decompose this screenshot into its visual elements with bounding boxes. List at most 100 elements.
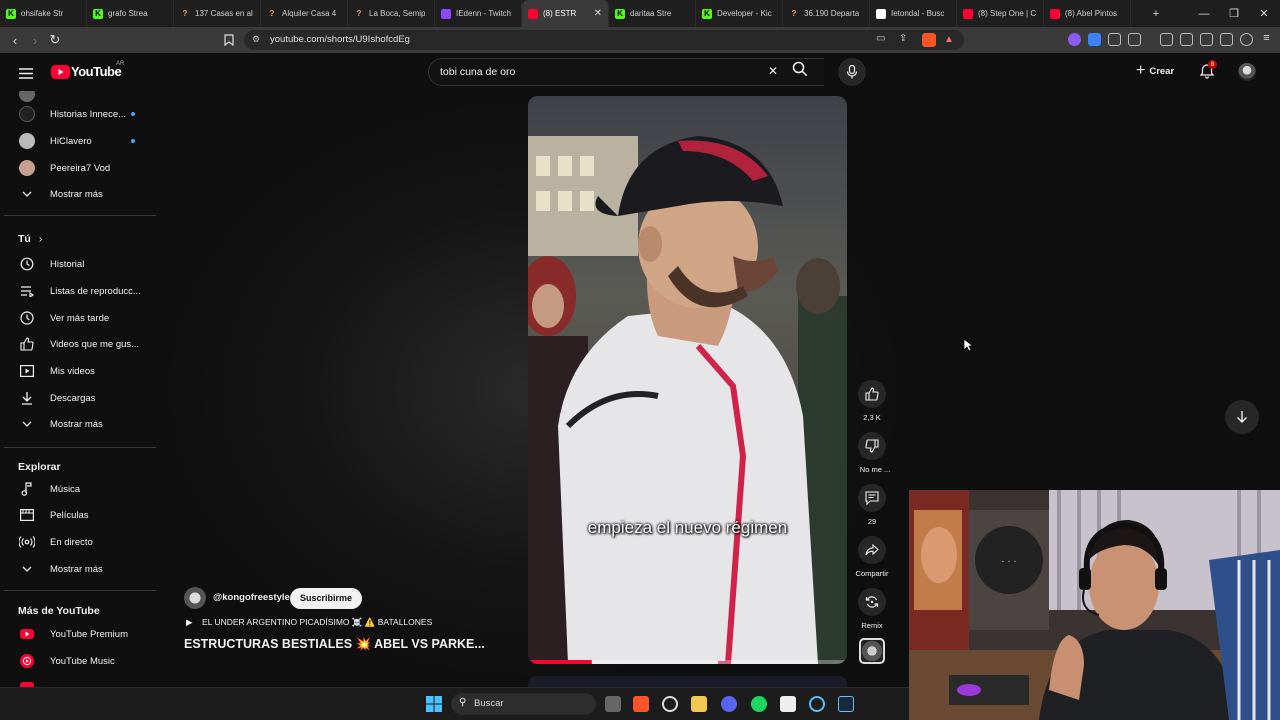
app-icon[interactable] [780, 696, 796, 712]
browser-tab[interactable]: ? 36.190 Departa [783, 0, 870, 27]
notification-badge: 8 [1208, 60, 1217, 69]
media-controls-icon[interactable] [1160, 33, 1173, 46]
you-section-title[interactable]: Tú › [18, 233, 42, 245]
show-more-explore[interactable]: Mostrar más [0, 556, 156, 582]
sidebar-item-history[interactable]: Historial [0, 251, 156, 277]
playlist-title[interactable]: EL UNDER ARGENTINO PICADÍSIMO ☠️ ⚠️ BATA… [202, 617, 432, 628]
sidebar-subscription-item[interactable]: Historias Innece... [0, 101, 156, 127]
vpn-icon[interactable] [1240, 33, 1253, 46]
remix-icon [865, 596, 879, 608]
browser-tab[interactable]: Ietondal - Busc [870, 0, 957, 27]
search-icon: ⚲ [459, 697, 467, 708]
close-window-icon[interactable]: ✕ [1248, 0, 1280, 27]
browser-tab[interactable]: ? 137 Casas en al [174, 0, 261, 27]
task-view-icon[interactable] [605, 696, 621, 712]
extension-icon[interactable] [1088, 33, 1101, 46]
sidebar-item-downloads[interactable]: Descargas [0, 385, 156, 411]
sidebar-toggle-icon[interactable] [1180, 33, 1193, 46]
remix-label: Remix [861, 621, 883, 630]
browser-tab[interactable]: K Developer - Kic [696, 0, 783, 27]
audio-source-thumbnail[interactable] [859, 638, 885, 664]
maximize-icon[interactable]: ❐ [1218, 0, 1250, 27]
sidebar-item-music[interactable]: Música [0, 476, 156, 502]
channel-avatar [19, 160, 35, 176]
sidebar-item-movies[interactable]: Películas [0, 502, 156, 528]
channel-name[interactable]: @kongofreestyle [213, 592, 290, 603]
subscription-label: Historias Innece... [50, 108, 127, 120]
voice-search-button[interactable] [838, 58, 866, 86]
discord-icon[interactable] [721, 696, 737, 712]
spotify-icon[interactable] [751, 696, 767, 712]
leo-ai-icon[interactable] [1220, 33, 1233, 46]
back-icon[interactable]: ‹ [6, 31, 24, 49]
address-bar[interactable]: ⚙ youtube.com/shorts/U9IshofcdEg ▭ ⇪ ▲ [244, 30, 964, 50]
sidebar-subscription-item[interactable]: Peereira7 Vod [0, 155, 156, 181]
show-more-subscriptions[interactable]: Mostrar más [0, 181, 156, 207]
search-input[interactable]: tobi cuna de oro ✕ [428, 58, 824, 86]
notifications-button[interactable]: 8 [1199, 60, 1217, 84]
share-page-icon[interactable]: ⇪ [899, 33, 907, 44]
sidebar-item-youtube-premium[interactable]: YouTube Premium [0, 621, 156, 647]
browser-tab[interactable]: (8) ESTR ✕ [522, 0, 609, 27]
site-info-icon[interactable]: ⚙ [252, 34, 260, 45]
extension-icon[interactable] [1068, 33, 1081, 46]
account-avatar[interactable] [1238, 63, 1256, 81]
subscribe-button[interactable]: Suscribirme [290, 588, 363, 609]
browser-tab[interactable]: ? Alquiler Casa 4 [261, 0, 348, 27]
remix-button[interactable] [858, 588, 886, 616]
channel-avatar[interactable] [184, 587, 206, 609]
wallet-icon[interactable] [1200, 33, 1213, 46]
steam-icon[interactable] [838, 696, 854, 712]
sidebar-item-youtube-music[interactable]: YouTube Music [0, 648, 156, 674]
create-button[interactable]: + Crear [1136, 63, 1174, 79]
sidebar-item-my-videos[interactable]: Mis videos [0, 358, 156, 384]
brave-browser-icon[interactable] [633, 696, 649, 712]
next-short-button[interactable] [1225, 400, 1259, 434]
sidebar-item-watch-later[interactable]: Ver más tarde [0, 305, 156, 331]
sidebar-subscription-item[interactable]: HiClavero [0, 128, 156, 154]
close-tab-icon[interactable]: ✕ [594, 8, 602, 19]
like-button[interactable] [858, 380, 886, 408]
browser-menu-icon[interactable]: ≡ [1260, 33, 1273, 46]
reload-icon[interactable]: ↻ [46, 31, 64, 49]
search-button[interactable] [792, 61, 808, 82]
brave-rewards-icon[interactable]: ▲ [944, 34, 954, 45]
share-button[interactable] [858, 536, 886, 564]
browser-tab[interactable]: Kgrafo Strea [87, 0, 174, 27]
cast-icon[interactable]: ▭ [876, 33, 885, 44]
browser-toolbar: ‹ › ↻ ⚙ youtube.com/shorts/U9IshofcdEg ▭… [0, 27, 1280, 53]
new-tab-button[interactable]: + [1140, 0, 1172, 27]
browser-tab[interactable]: IEdenn - Twitch [435, 0, 522, 27]
app-icon[interactable] [662, 696, 678, 712]
webcam-feed: · · · [909, 490, 1280, 720]
extensions-puzzle-icon[interactable] [1108, 33, 1121, 46]
taskbar-search-input[interactable]: ⚲ Buscar [451, 693, 596, 715]
live-icon [19, 534, 35, 550]
bookmark-icon[interactable] [220, 31, 238, 49]
brave-shield-icon[interactable] [922, 33, 936, 47]
browser-tab[interactable]: ? La Boca, Semip [348, 0, 435, 27]
browser-tab[interactable]: (8) Abel Pintos [1044, 0, 1131, 27]
browser-tab[interactable]: (8) Step One | C [957, 0, 1044, 27]
forward-icon[interactable]: › [26, 31, 44, 49]
menu-icon[interactable] [19, 66, 33, 79]
sidebar-item-liked-videos[interactable]: Videos que me gus... [0, 331, 156, 357]
browser-tab[interactable]: Kohsifake Str [0, 0, 87, 27]
sidebar-item-playlists[interactable]: Listas de reproducc... [0, 278, 156, 304]
short-video[interactable]: empieza el nuevo régimen [528, 96, 847, 664]
comments-button[interactable] [858, 484, 886, 512]
playlist-play-icon: ▶ [186, 617, 193, 627]
browser-tab-strip: Kohsifake Str Kgrafo Strea? 137 Casas en a… [0, 0, 1280, 27]
file-explorer-icon[interactable] [691, 696, 707, 712]
minimize-icon[interactable]: — [1188, 0, 1220, 27]
app-icon[interactable] [809, 696, 825, 712]
next-short-preview[interactable] [528, 676, 847, 687]
extension-icon[interactable] [1128, 33, 1141, 46]
clear-search-icon[interactable]: ✕ [768, 64, 778, 78]
windows-start-icon[interactable] [426, 696, 442, 712]
show-more-you[interactable]: Mostrar más [0, 411, 156, 437]
sidebar-item-youtube-kids[interactable] [0, 674, 156, 687]
sidebar-item-live[interactable]: En directo [0, 529, 156, 555]
browser-tab[interactable]: Kdaritaa Stre [609, 0, 696, 27]
dislike-button[interactable] [858, 432, 886, 460]
